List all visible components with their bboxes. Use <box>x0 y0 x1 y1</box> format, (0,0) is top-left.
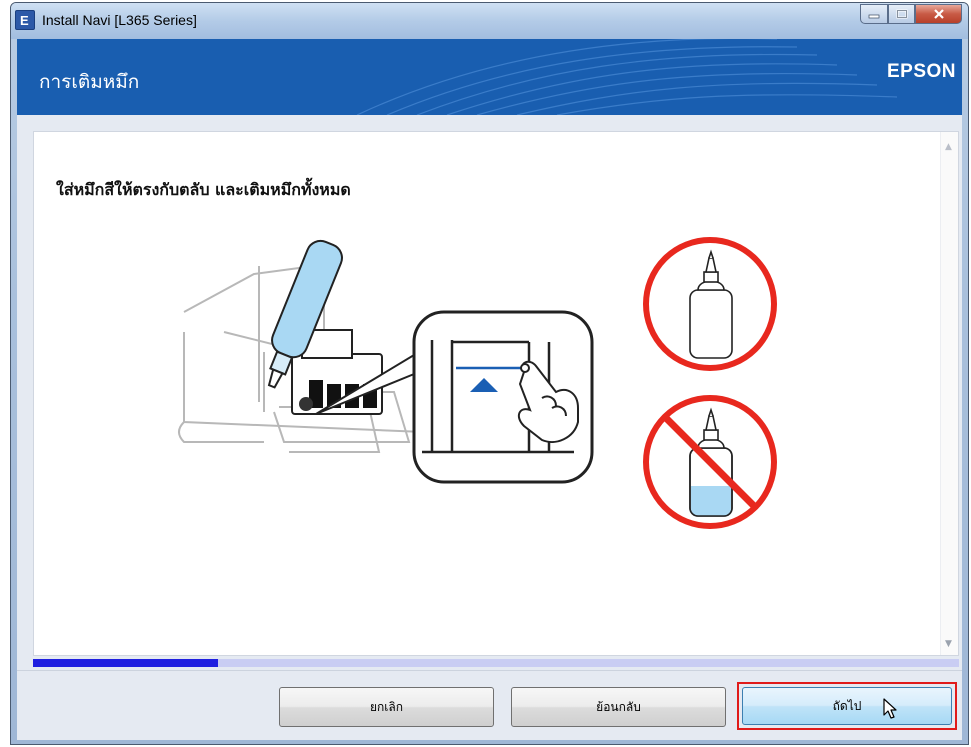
maximize-icon <box>896 9 907 19</box>
app-icon: E <box>15 10 35 30</box>
maximize-button[interactable] <box>888 4 915 24</box>
close-button[interactable] <box>915 4 962 24</box>
instruction-text: ใส่หมึกสีให้ตรงกับตลับ และเติมหมึกทั้งหม… <box>56 180 351 199</box>
scroll-up-arrow-icon[interactable]: ▲ <box>945 142 952 152</box>
partial-bottle-prohibited-icon <box>643 395 777 529</box>
scroll-down-arrow-icon[interactable]: ▼ <box>945 639 952 649</box>
progress-fill <box>33 659 219 667</box>
minimize-button[interactable] <box>860 4 888 24</box>
close-icon <box>933 9 944 19</box>
full-bottle-ok-icon <box>643 237 777 371</box>
app-icon-letter: E <box>20 13 29 28</box>
minimize-icon <box>868 14 880 19</box>
header-swoosh-decoration <box>356 39 898 115</box>
page-header: การเติมหมึก EPSON <box>17 39 962 115</box>
vertical-scrollbar[interactable]: ▲ ▼ <box>940 132 958 655</box>
window-title: Install Navi [L365 Series] <box>42 12 197 28</box>
app-window: E Install Navi [L365 Series] การเติมหมึก… <box>10 2 969 745</box>
window-controls <box>860 4 962 26</box>
next-button[interactable]: ถัดไป <box>742 687 952 725</box>
back-button[interactable]: ย้อนกลับ <box>511 687 726 727</box>
ink-bottle-pour-icon <box>178 239 594 484</box>
content-area: ใส่หมึกสีให้ตรงกับตลับ และเติมหมึกทั้งหม… <box>17 115 962 740</box>
progress-bar <box>33 659 959 667</box>
cancel-button[interactable]: ยกเลิก <box>279 687 494 727</box>
footer-divider <box>17 670 962 671</box>
page-title: การเติมหมึก <box>39 71 140 93</box>
next-button-label: ถัดไป <box>832 698 862 713</box>
next-button-highlight: ถัดไป <box>737 682 957 730</box>
mouse-cursor-icon <box>883 698 897 719</box>
instruction-panel: ใส่หมึกสีให้ตรงกับตลับ และเติมหมึกทั้งหม… <box>33 131 959 656</box>
title-bar[interactable]: E Install Navi [L365 Series] <box>11 3 968 39</box>
epson-logo: EPSON <box>886 61 956 82</box>
